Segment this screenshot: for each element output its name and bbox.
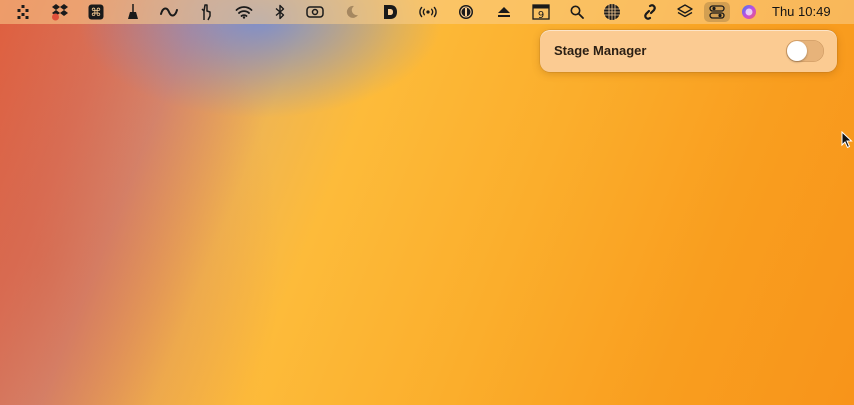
one-password-icon[interactable] xyxy=(456,3,476,21)
control-center-icon[interactable] xyxy=(704,2,730,22)
calendar-icon[interactable]: 9 xyxy=(531,3,551,21)
menu-bar-clock[interactable]: Thu 10:49 xyxy=(772,4,831,19)
stage-manager-label: Stage Manager xyxy=(554,43,647,58)
desktop: ⌘ 9 Thu 10:49 Stage Manager xyxy=(0,0,854,405)
dots-grid-icon[interactable] xyxy=(13,3,33,21)
stage-manager-popover: Stage Manager xyxy=(540,30,837,72)
menu-bar: ⌘ 9 Thu 10:49 xyxy=(0,0,854,24)
svg-text:⌘: ⌘ xyxy=(91,6,102,19)
calendar-day: 9 xyxy=(538,10,544,20)
broom-icon[interactable] xyxy=(123,3,143,21)
infinity-icon[interactable] xyxy=(159,3,179,21)
command-key-icon[interactable]: ⌘ xyxy=(86,3,106,21)
stage-manager-toggle[interactable] xyxy=(786,40,824,62)
wifi-icon[interactable] xyxy=(234,3,254,21)
dropbox-icon[interactable] xyxy=(50,3,70,21)
bluetooth-icon[interactable] xyxy=(270,3,290,21)
search-icon[interactable] xyxy=(567,3,587,21)
eject-icon[interactable] xyxy=(494,3,514,21)
d-app-icon[interactable] xyxy=(380,3,400,21)
toggle-knob[interactable] xyxy=(787,41,807,61)
mouse-pointer-icon xyxy=(841,131,853,149)
camera-icon[interactable] xyxy=(305,3,325,21)
hand-gesture-icon[interactable] xyxy=(196,3,216,21)
broadcast-icon[interactable] xyxy=(418,3,438,21)
chain-link-icon[interactable] xyxy=(640,3,660,21)
siri-icon[interactable] xyxy=(739,3,759,21)
layers-icon[interactable] xyxy=(675,3,695,21)
globe-grid-icon[interactable] xyxy=(602,3,622,21)
moon-icon[interactable] xyxy=(342,3,362,21)
